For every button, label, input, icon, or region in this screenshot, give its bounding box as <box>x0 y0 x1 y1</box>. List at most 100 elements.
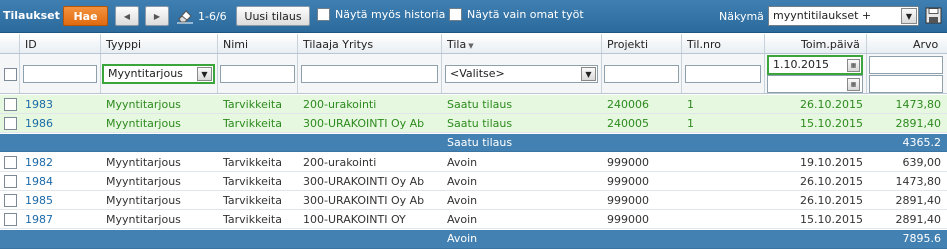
filter-tilnro-input[interactable] <box>685 65 761 83</box>
row-checkbox[interactable] <box>4 98 17 111</box>
filter-tila-value: <Valitse> <box>450 67 505 80</box>
filter-tilaaja-input[interactable] <box>301 65 438 83</box>
previous-page-button[interactable]: ◀ <box>115 6 139 26</box>
cell-arvo: 1473,80 <box>895 98 942 111</box>
show-own-checkbox[interactable] <box>449 8 462 21</box>
arrow-right-icon: ▶ <box>153 11 161 21</box>
cell-nimi: Tarvikkeita <box>223 213 282 226</box>
cell-nimi: Tarvikkeita <box>223 194 282 207</box>
filter-projekti-input[interactable] <box>604 65 679 83</box>
cell-arvo: 2891,40 <box>895 213 942 226</box>
column-header-tila[interactable]: Tila ▼ <box>447 38 474 51</box>
filter-tila-select[interactable]: <Valitse> ▼ <box>445 65 598 83</box>
group-total: 4365.2 <box>902 136 942 149</box>
eraser-icon[interactable] <box>176 8 194 24</box>
column-header-nimi[interactable]: Nimi <box>223 38 248 51</box>
table-row[interactable]: 1982 Myyntitarjous Tarvikkeita 200-urako… <box>0 153 947 172</box>
chevron-down-icon: ▼ <box>197 67 212 81</box>
cell-arvo: 2891,40 <box>895 194 942 207</box>
cell-tila: Saatu tilaus <box>447 98 513 111</box>
column-header-id[interactable]: ID <box>25 38 37 51</box>
column-header-toim-paiva[interactable]: Toim.päivä <box>801 38 860 51</box>
table-row[interactable]: 1984 Myyntitarjous Tarvikkeita 300-URAKO… <box>0 172 947 191</box>
row-checkbox[interactable] <box>4 194 17 207</box>
calendar-icon[interactable]: ▦ <box>847 59 860 72</box>
table-row[interactable]: 1987 Myyntitarjous Tarvikkeita 100-URAKO… <box>0 210 947 229</box>
chevron-down-icon: ▼ <box>581 67 596 81</box>
cell-nimi: Tarvikkeita <box>223 156 282 169</box>
order-id-link[interactable]: 1986 <box>25 117 53 130</box>
cell-projekti: 999000 <box>607 175 649 188</box>
cell-nimi: Tarvikkeita <box>223 98 282 111</box>
show-own-option[interactable]: Näytä vain omat työt <box>449 8 584 21</box>
order-id-link[interactable]: 1985 <box>25 194 53 207</box>
filter-nimi-input[interactable] <box>220 65 295 83</box>
cell-arvo: 1473,80 <box>895 175 942 188</box>
filter-arvo-max-input[interactable] <box>869 75 943 93</box>
cell-yritys: 300-URAKOINTI Oy Ab <box>303 117 425 130</box>
row-checkbox[interactable] <box>4 213 17 226</box>
filter-date-from-value: 1.10.2015 <box>773 58 829 71</box>
filter-id-input[interactable] <box>23 65 97 83</box>
group-status-label: Saatu tilaus <box>447 136 513 149</box>
cell-tila: Avoin <box>447 175 478 188</box>
cell-projekti: 240006 <box>607 98 649 111</box>
view-label: Näkymä <box>719 10 764 23</box>
cell-tila: Saatu tilaus <box>447 117 513 130</box>
cell-nimi: Tarvikkeita <box>223 175 282 188</box>
column-header-tyyppi[interactable]: Tyyppi <box>106 38 141 51</box>
show-history-checkbox[interactable] <box>317 8 330 21</box>
column-header-tilnro[interactable]: Til.nro <box>687 38 721 51</box>
cell-tyyppi: Myyntitarjous <box>106 213 181 226</box>
cell-tilnro: 1 <box>687 117 694 130</box>
column-header-projekti[interactable]: Projekti <box>607 38 648 51</box>
show-history-label: Näytä myös historia <box>335 8 446 21</box>
cell-tyyppi: Myyntitarjous <box>106 194 181 207</box>
show-history-option[interactable]: Näytä myös historia <box>317 8 445 21</box>
cell-projekti: 999000 <box>607 194 649 207</box>
search-button[interactable]: Hae <box>63 6 108 26</box>
cell-tila: Avoin <box>447 194 478 207</box>
row-checkbox[interactable] <box>4 117 17 130</box>
order-id-link[interactable]: 1984 <box>25 175 53 188</box>
column-header-tilaaja-yritys[interactable]: Tilaaja Yritys <box>303 38 373 51</box>
view-select[interactable]: myyntitilaukset + ▼ <box>768 6 919 26</box>
floppy-disk-icon[interactable] <box>925 7 942 24</box>
cell-yritys: 200-urakointi <box>303 156 377 169</box>
column-header-row: ID Tyyppi Nimi Tilaaja Yritys Tila ▼ Proj… <box>0 34 947 54</box>
cell-tyyppi: Myyntitarjous <box>106 98 181 111</box>
select-all-checkbox[interactable] <box>4 68 17 81</box>
cell-tilnro: 1 <box>687 98 694 111</box>
cell-tyyppi: Myyntitarjous <box>106 156 181 169</box>
filter-tyyppi-select[interactable]: Myyntitarjous ▼ <box>102 64 215 84</box>
order-id-link[interactable]: 1987 <box>25 213 53 226</box>
cell-toim-paiva: 26.10.2015 <box>800 175 863 188</box>
group-status-label: Avoin <box>447 232 478 245</box>
new-order-button[interactable]: Uusi tilaus <box>236 6 310 26</box>
filter-row: Myyntitarjous ▼ <Valitse> ▼ 1.10.2015 ▦ … <box>0 54 947 94</box>
column-header-arvo[interactable]: Arvo <box>913 38 938 51</box>
filter-tyyppi-value: Myyntitarjous <box>108 67 183 80</box>
arrow-left-icon: ◀ <box>123 11 131 21</box>
group-total: 7895.6 <box>902 232 942 245</box>
order-id-link[interactable]: 1983 <box>25 98 53 111</box>
row-checkbox[interactable] <box>4 175 17 188</box>
group-summary-row: Saatu tilaus 4365.2 <box>0 134 947 152</box>
sort-descending-icon: ▼ <box>468 42 474 50</box>
chevron-down-icon: ▼ <box>901 8 917 24</box>
calendar-icon[interactable]: ▦ <box>847 78 860 91</box>
row-checkbox[interactable] <box>4 156 17 169</box>
cell-yritys: 100-URAKOINTI OY <box>303 213 406 226</box>
cell-arvo: 639,00 <box>902 156 942 169</box>
filter-arvo-min-input[interactable] <box>869 56 943 74</box>
table-row[interactable]: 1986 Myyntitarjous Tarvikkeita 300-URAKO… <box>0 114 947 133</box>
table-row[interactable]: 1983 Myyntitarjous Tarvikkeita 200-urako… <box>0 95 947 114</box>
column-header-tila-label: Tila <box>447 38 467 51</box>
next-page-button[interactable]: ▶ <box>145 6 169 26</box>
cell-toim-paiva: 19.10.2015 <box>800 156 863 169</box>
cell-toim-paiva: 26.10.2015 <box>800 98 863 111</box>
order-id-link[interactable]: 1982 <box>25 156 53 169</box>
table-row[interactable]: 1985 Myyntitarjous Tarvikkeita 300-URAKO… <box>0 191 947 210</box>
cell-toim-paiva: 15.10.2015 <box>800 117 863 130</box>
cell-projekti: 240005 <box>607 117 649 130</box>
